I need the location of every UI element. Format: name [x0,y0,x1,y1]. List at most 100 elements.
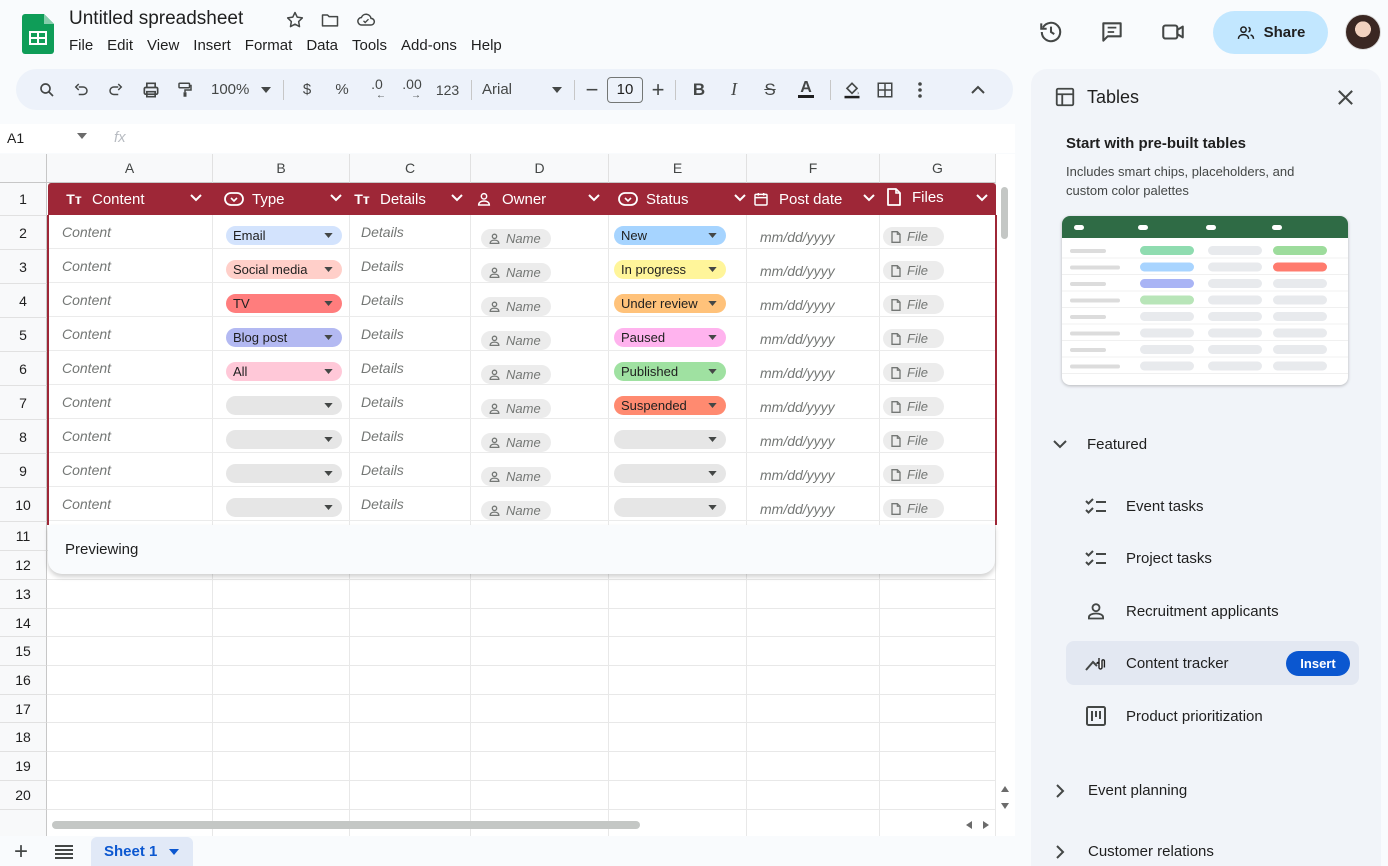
row-header[interactable]: 16 [0,666,47,695]
row-header[interactable]: 4 [0,284,47,318]
status-chip[interactable]: Suspended [614,396,726,415]
text-color-icon[interactable]: A [788,75,824,105]
status-chip[interactable]: Under review [614,294,726,313]
content-cell[interactable]: Content [62,292,111,308]
row-header[interactable] [0,810,47,836]
chevron-down-icon[interactable] [169,848,180,855]
italic-icon[interactable]: I [716,75,752,105]
content-cell[interactable]: Content [62,462,111,478]
type-chip[interactable]: TV [226,294,342,313]
comments-icon[interactable] [1098,18,1126,46]
type-chip[interactable]: All [226,362,342,381]
row-header[interactable]: 5 [0,318,47,352]
file-chip[interactable]: File [883,363,944,382]
row-header[interactable]: 15 [0,637,47,666]
type-chip[interactable] [226,396,342,415]
type-chip[interactable]: Blog post [226,328,342,347]
post-date-cell[interactable]: mm/dd/yyyy [760,501,835,517]
number-format-button[interactable]: 123 [430,75,465,105]
file-chip[interactable]: File [883,261,944,280]
all-sheets-icon[interactable] [55,845,73,859]
column-header[interactable]: A [47,154,213,183]
search-menus-icon[interactable] [30,75,63,105]
insert-button[interactable]: Insert [1286,651,1350,676]
menu-edit[interactable]: Edit [100,36,140,56]
chevron-down-icon[interactable] [588,194,600,202]
status-chip[interactable]: Paused [614,328,726,347]
content-cell[interactable]: Content [62,428,111,444]
content-cell[interactable]: Content [62,258,111,274]
menu-file[interactable]: File [62,36,100,56]
row-header[interactable]: 11 [0,522,47,551]
scroll-right-icon[interactable] [983,821,989,829]
type-chip[interactable]: Social media [226,260,342,279]
file-chip[interactable]: File [883,329,944,348]
redo-icon[interactable] [98,75,133,105]
menu-tools[interactable]: Tools [345,36,394,56]
details-cell[interactable]: Details [361,292,404,308]
file-chip[interactable]: File [883,465,944,484]
header-status[interactable]: Status [618,183,756,215]
owner-chip[interactable]: Name [481,365,551,384]
chevron-down-icon[interactable] [77,133,87,139]
borders-icon[interactable] [867,75,903,105]
post-date-cell[interactable]: mm/dd/yyyy [760,229,835,245]
fill-color-icon[interactable] [837,75,867,105]
type-chip[interactable] [226,464,342,483]
owner-chip[interactable]: Name [481,263,551,282]
header-details[interactable]: Tт Details [352,183,473,215]
file-chip[interactable]: File [883,431,944,450]
section-event-planning[interactable]: Event planning [1056,782,1187,799]
template-product-prioritization[interactable]: Product prioritization [1066,694,1359,738]
font-size-input[interactable]: 10 [607,76,643,103]
owner-chip[interactable]: Name [481,467,551,486]
column-header[interactable]: C [350,154,471,183]
increase-font-size-button[interactable]: + [647,75,669,105]
name-box[interactable]: A1 [7,130,24,146]
status-chip[interactable] [614,430,726,449]
chevron-down-icon[interactable] [330,194,342,202]
template-project-tasks[interactable]: Project tasks [1066,536,1359,580]
content-cell[interactable]: Content [62,326,111,342]
decrease-font-size-button[interactable]: − [581,75,603,105]
row-header[interactable]: 10 [0,488,47,522]
decrease-decimal-button[interactable]: .0 ← [360,75,394,105]
file-chip[interactable]: File [883,295,944,314]
owner-chip[interactable]: Name [481,331,551,350]
spreadsheet-grid[interactable]: A B C D E F G 1 2 3 4 5 6 7 8 9 10 11 12… [0,154,1015,836]
cloud-saved-icon[interactable] [355,10,375,30]
content-cell[interactable]: Content [62,360,111,376]
undo-icon[interactable] [63,75,98,105]
row-header[interactable]: 3 [0,250,47,284]
file-chip[interactable]: File [883,397,944,416]
post-date-cell[interactable]: mm/dd/yyyy [760,399,835,415]
bold-icon[interactable]: B [682,75,716,105]
details-cell[interactable]: Details [361,224,404,240]
column-header[interactable]: B [213,154,350,183]
content-cell[interactable]: Content [62,394,111,410]
header-post-date[interactable]: Post date [751,183,884,215]
owner-chip[interactable]: Name [481,399,551,418]
scroll-down-icon[interactable] [1001,803,1009,809]
increase-decimal-button[interactable]: .00 → [394,75,430,105]
folder-icon[interactable] [320,10,340,30]
type-chip[interactable] [226,498,342,517]
template-content-tracker[interactable]: Content tracker Insert [1066,641,1359,685]
template-event-tasks[interactable]: Event tasks [1066,484,1359,528]
row-header[interactable]: 14 [0,609,47,637]
chevron-down-icon[interactable] [976,194,988,202]
header-owner[interactable]: Owner [474,183,612,215]
row-header[interactable]: 1 [0,183,47,216]
content-cell[interactable]: Content [62,224,111,240]
collapse-toolbar-icon[interactable] [961,75,995,105]
row-header[interactable]: 18 [0,723,47,752]
owner-chip[interactable]: Name [481,229,551,248]
column-header[interactable]: F [747,154,880,183]
avatar[interactable] [1345,14,1381,50]
more-options-icon[interactable] [903,75,937,105]
column-header[interactable]: D [471,154,609,183]
meet-video-icon[interactable] [1159,18,1187,46]
header-type[interactable]: Type [224,183,361,215]
owner-chip[interactable]: Name [481,433,551,452]
owner-chip[interactable]: Name [481,501,551,520]
